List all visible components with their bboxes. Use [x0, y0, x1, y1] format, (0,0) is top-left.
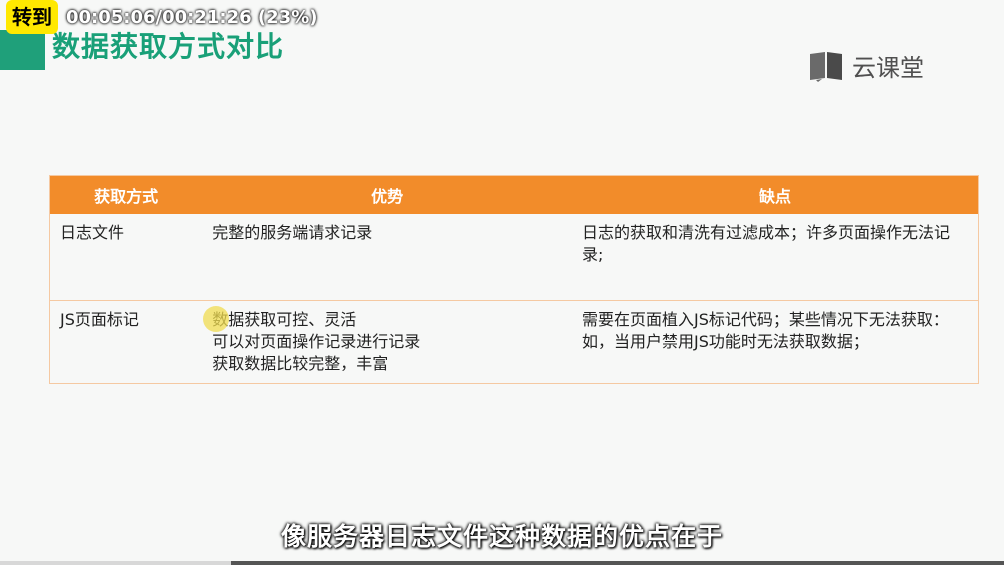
cell-cons: 日志的获取和清洗有过滤成本；许多页面操作无法记录; — [571, 214, 979, 301]
logo: 云课堂 — [808, 48, 924, 83]
header-pros: 优势 — [202, 175, 572, 214]
pros-line: 完整的服务端请求记录 — [212, 223, 373, 242]
header-method: 获取方式 — [49, 175, 203, 214]
cell-pros: 完整的服务端请求记录 — [202, 214, 572, 301]
video-progress-fill — [0, 561, 231, 565]
cell-cons: 需要在页面植入JS标记代码；某些情况下无法获取：如，当用户禁用JS功能时无法获取… — [571, 300, 979, 384]
video-subtitle: 像服务器日志文件这种数据的优点在于 — [280, 522, 723, 551]
pros-line: 获取数据比较完整，丰富 — [212, 354, 389, 373]
logo-text: 云课堂 — [852, 54, 924, 82]
title-accent-band — [0, 30, 45, 70]
cursor-highlight — [203, 306, 229, 332]
table-row: 日志文件 完整的服务端请求记录 日志的获取和清洗有过滤成本；许多页面操作无法记录… — [49, 214, 979, 301]
comparison-table: 获取方式 优势 缺点 日志文件 完整的服务端请求记录 日志的获取和清洗有过滤成本… — [49, 175, 979, 384]
cell-pros: 数据获取可控、灵活 可以对页面操作记录进行记录 获取数据比较完整，丰富 — [202, 300, 572, 384]
header-cons: 缺点 — [571, 175, 979, 214]
video-progress-bar[interactable] — [0, 561, 1004, 565]
seek-overlay: 转到 00:05:06/00:21:26 (23%) — [0, 0, 317, 34]
pros-line: 数据获取可控、灵活 — [212, 310, 357, 329]
table-header-row: 获取方式 优势 缺点 — [49, 175, 979, 214]
slide-canvas: 数据获取方式对比 云课堂 获取方式 优势 缺点 日志文件 完整的服务端请求记录 … — [0, 0, 1004, 565]
table-row: JS页面标记 数据获取可控、灵活 可以对页面操作记录进行记录 获取数据比较完整，… — [49, 300, 979, 384]
seek-badge: 转到 — [6, 0, 58, 34]
cell-method: JS页面标记 — [49, 300, 203, 384]
pros-line: 可以对页面操作记录进行记录 — [212, 332, 421, 351]
book-icon — [810, 51, 842, 82]
seek-time: 00:05:06/00:21:26 (23%) — [66, 6, 318, 28]
cell-method: 日志文件 — [49, 214, 203, 301]
